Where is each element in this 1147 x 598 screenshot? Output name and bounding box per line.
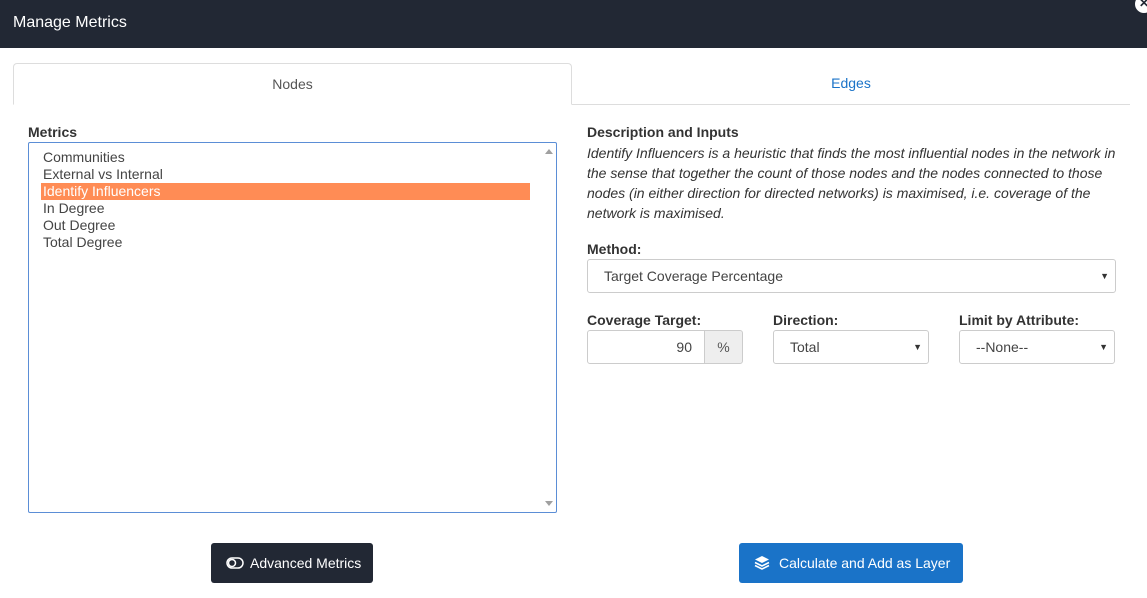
limit-by-attribute-select[interactable]: --None-- ▼ (959, 330, 1115, 364)
tab-edges[interactable]: Edges (572, 63, 1130, 105)
advanced-metrics-label: Advanced Metrics (250, 555, 362, 571)
description-text: Identify Influencers is a heuristic that… (587, 145, 1116, 221)
coverage-target-group: 90 % (587, 330, 743, 364)
metric-item-in-degree[interactable]: In Degree (41, 200, 530, 217)
caret-down-icon: ▼ (1099, 342, 1108, 352)
metrics-listbox[interactable]: Communities External vs Internal Identif… (28, 142, 557, 513)
method-value: Target Coverage Percentage (604, 268, 783, 284)
scroll-up-icon[interactable] (545, 149, 553, 154)
metric-item-total-degree[interactable]: Total Degree (41, 234, 530, 251)
metrics-label: Metrics (28, 124, 78, 140)
calculate-add-layer-button[interactable]: Calculate and Add as Layer (739, 543, 963, 583)
coverage-target-label: Coverage Target: (587, 312, 702, 328)
limit-by-attribute-label: Limit by Attribute: (959, 312, 1080, 328)
tab-nodes[interactable]: Nodes (13, 63, 572, 105)
metric-item-communities[interactable]: Communities (41, 149, 530, 166)
percent-addon: % (704, 330, 743, 364)
limit-by-attribute-value: --None-- (976, 339, 1029, 355)
direction-value: Total (790, 339, 820, 355)
close-icon[interactable]: ✕ (1133, 0, 1147, 15)
calculate-add-layer-label: Calculate and Add as Layer (779, 555, 951, 571)
coverage-target-input[interactable]: 90 (587, 330, 705, 364)
layers-icon (754, 543, 770, 598)
metric-item-identify-influencers[interactable]: Identify Influencers (41, 183, 530, 200)
caret-down-icon: ▼ (913, 342, 922, 352)
direction-label: Direction: (773, 312, 839, 328)
method-label: Method: (587, 241, 642, 257)
description-heading: Description and Inputs (587, 124, 739, 140)
method-select[interactable]: Target Coverage Percentage ▼ (587, 259, 1116, 293)
caret-down-icon: ▼ (1100, 271, 1109, 281)
direction-select[interactable]: Total ▼ (773, 330, 929, 364)
advanced-metrics-button[interactable]: Advanced Metrics (211, 543, 373, 583)
toggle-icon (226, 543, 244, 598)
dialog-header: Manage Metrics ✕ (0, 0, 1147, 48)
tab-bar: Nodes Edges (13, 63, 1130, 105)
scroll-down-icon[interactable] (545, 501, 553, 506)
metric-item-out-degree[interactable]: Out Degree (41, 217, 530, 234)
dialog-title: Manage Metrics (13, 14, 127, 31)
metric-item-external-vs-internal[interactable]: External vs Internal (41, 166, 530, 183)
listbox-scrollbar[interactable] (542, 143, 556, 512)
